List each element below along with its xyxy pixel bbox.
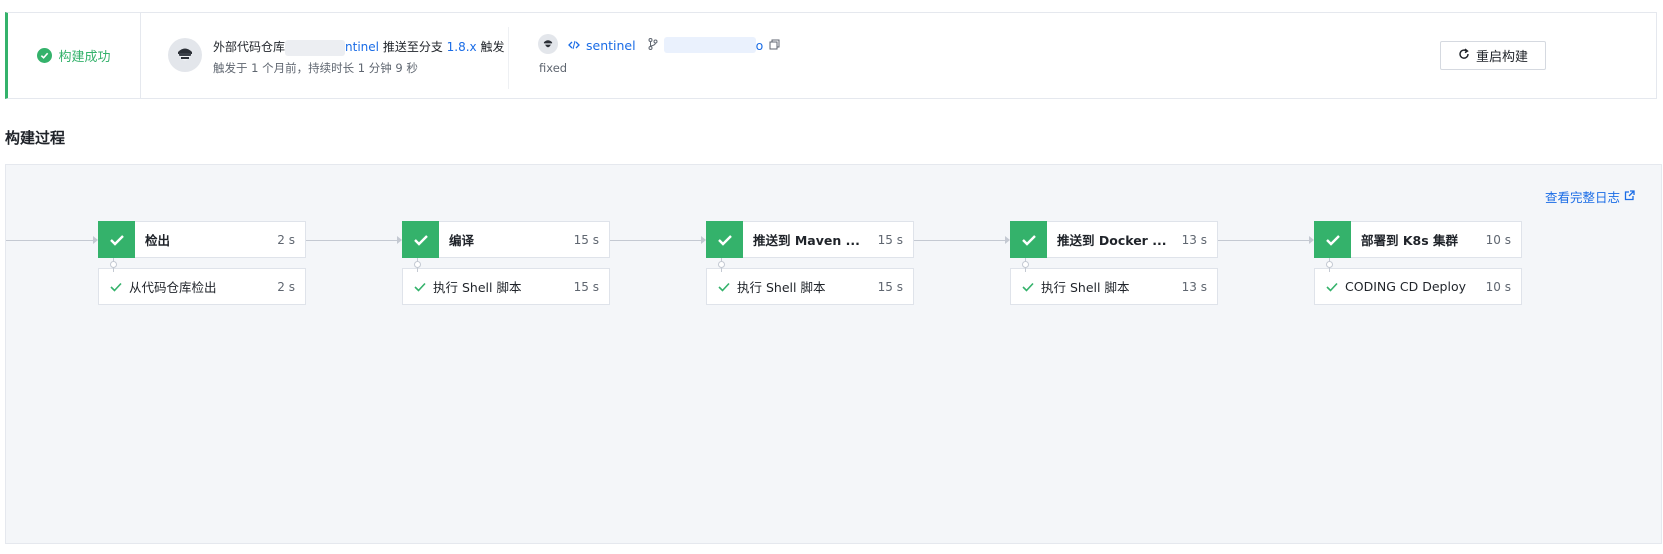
build-summary-card: 构建成功 外部代码仓库 ntinel 推送至分支 1.8.x 触发 触发于 1 个… (5, 12, 1657, 99)
stage-name: 部署到 K8s 集群 (1361, 233, 1459, 248)
stage-gap (402, 258, 610, 272)
check-circle-icon (37, 48, 53, 63)
external-link-icon (1624, 189, 1635, 204)
check-icon (109, 282, 123, 292)
stage-time: 13 s (1181, 232, 1207, 247)
connector (305, 240, 397, 241)
stage-header[interactable]: 检出 2 s (98, 221, 306, 258)
check-icon (413, 282, 427, 292)
stage-time: 15 s (573, 232, 599, 247)
commit-message: fixed (539, 61, 568, 75)
stage-time: 10 s (1485, 232, 1511, 247)
stage-checkout: 检出 2 s 从代码仓库检出 2 s (98, 221, 306, 305)
stage-gap (1010, 258, 1218, 272)
stage-gap (98, 258, 306, 272)
stage-name: 检出 (145, 233, 171, 248)
stage-push-maven: 推送到 Maven ... 15 s 执行 Shell 脚本 15 s (706, 221, 914, 305)
repo-commit-line: sentinel o (568, 37, 780, 53)
check-icon (1021, 282, 1035, 292)
connector (913, 240, 1005, 241)
stage-header[interactable]: 部署到 K8s 集群 10 s (1314, 221, 1522, 258)
code-icon (568, 38, 580, 53)
step-name: 从代码仓库检出 (129, 280, 217, 295)
check-icon (1325, 282, 1339, 292)
build-status-label: 构建成功 (58, 50, 111, 65)
stage-compile: 编译 15 s 执行 Shell 脚本 15 s (402, 221, 610, 305)
branch-link[interactable]: 1.8.x (447, 40, 477, 54)
stage-header[interactable]: 推送到 Maven ... 15 s (706, 221, 914, 258)
build-meta: 触发于 1 个月前，持续时长 1 分钟 9 秒 (213, 61, 418, 75)
step-time: 10 s (1485, 279, 1511, 294)
stage-time: 2 s (277, 232, 295, 247)
masked-repo (285, 39, 346, 56)
repo-name-link[interactable]: sentinel (586, 38, 636, 53)
branch-icon (648, 37, 658, 53)
build-status: 构建成功 (8, 13, 141, 98)
stage-name: 编译 (449, 233, 475, 248)
stage-name: 推送到 Docker ... (1057, 233, 1167, 248)
check-icon (706, 221, 743, 258)
step-time: 15 s (573, 279, 599, 294)
connector (1217, 240, 1309, 241)
step-item[interactable]: 执行 Shell 脚本 15 s (706, 268, 914, 305)
step-name: 执行 Shell 脚本 (737, 280, 826, 295)
full-log-label: 查看完整日志 (1544, 190, 1620, 205)
step-item[interactable]: CODING CD Deploy 10 s (1314, 268, 1522, 305)
stage-deploy-k8s: 部署到 K8s 集群 10 s CODING CD Deploy 10 s (1314, 221, 1522, 305)
commit-prefix: 外部代码仓库 (213, 40, 286, 54)
stage-gap (1314, 258, 1522, 272)
step-time: 2 s (277, 279, 295, 294)
full-log-link[interactable]: 查看完整日志 (1545, 187, 1635, 206)
avatar-icon (168, 38, 202, 72)
restart-build-button[interactable]: 重启构建 (1440, 41, 1546, 70)
refresh-icon (1458, 47, 1470, 64)
check-icon (1314, 221, 1351, 258)
stage-header[interactable]: 推送到 Docker ... 13 s (1010, 221, 1218, 258)
commit-trigger-line: 外部代码仓库 ntinel 推送至分支 1.8.x 触发 (213, 38, 505, 56)
copy-icon[interactable] (769, 38, 780, 53)
check-icon (98, 221, 135, 258)
step-time: 15 s (877, 279, 903, 294)
stage-time: 15 s (877, 232, 903, 247)
step-name: CODING CD Deploy (1345, 279, 1466, 294)
check-icon (402, 221, 439, 258)
pipeline-canvas: 查看完整日志 检出 2 s 从代码仓库检出 2 s 编译 15 s 执行 She… (5, 164, 1662, 544)
step-name: 执行 Shell 脚本 (433, 280, 522, 295)
stage-name: 推送到 Maven ... (753, 233, 860, 248)
commit-link[interactable]: o (756, 38, 764, 53)
push-text: 推送至分支 (382, 40, 443, 54)
repo-link[interactable]: ntinel (345, 40, 379, 54)
step-time: 13 s (1181, 279, 1207, 294)
step-name: 执行 Shell 脚本 (1041, 280, 1130, 295)
divider (508, 27, 509, 89)
check-icon (717, 282, 731, 292)
section-title: 构建过程 (5, 129, 66, 147)
masked-commit (663, 37, 756, 53)
step-item[interactable]: 从代码仓库检出 2 s (98, 268, 306, 305)
connector (6, 240, 94, 241)
stage-gap (706, 258, 914, 272)
restart-build-label: 重启构建 (1475, 50, 1528, 65)
trigger-text: 触发 (480, 40, 505, 54)
check-icon (1010, 221, 1047, 258)
stage-header[interactable]: 编译 15 s (402, 221, 610, 258)
connector (609, 240, 701, 241)
step-item[interactable]: 执行 Shell 脚本 15 s (402, 268, 610, 305)
stage-push-docker: 推送到 Docker ... 13 s 执行 Shell 脚本 13 s (1010, 221, 1218, 305)
step-item[interactable]: 执行 Shell 脚本 13 s (1010, 268, 1218, 305)
avatar-icon (538, 34, 558, 54)
